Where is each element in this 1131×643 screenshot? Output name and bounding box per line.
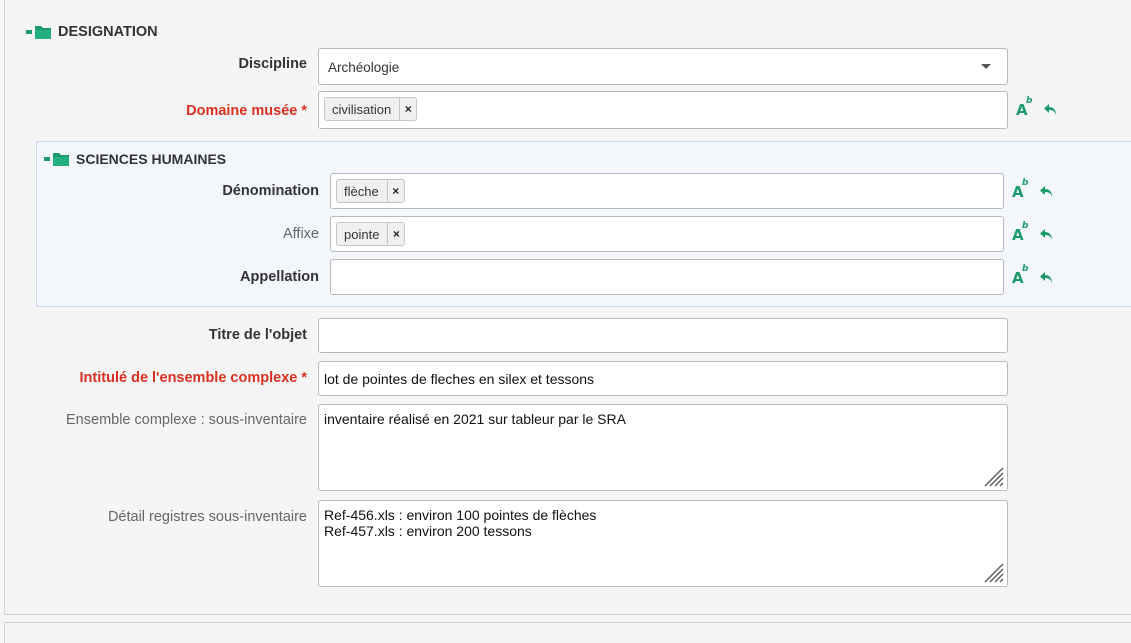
text-format-icon[interactable]: Ab: [1012, 221, 1030, 244]
folder-open-icon: [44, 153, 69, 166]
intitule-ensemble-input[interactable]: lot de pointes de fleches en silex et te…: [318, 361, 1008, 396]
undo-icon[interactable]: [1039, 185, 1055, 199]
denomination-actions: Ab: [1012, 178, 1055, 201]
designation-section-title[interactable]: DESIGNATION: [26, 24, 158, 40]
affixe-actions: Ab: [1012, 221, 1055, 244]
resize-handle-icon[interactable]: [982, 561, 1004, 583]
text-format-icon[interactable]: Ab: [1012, 264, 1030, 287]
next-panel: [4, 622, 1131, 643]
tag-civilisation: civilisation ×: [324, 97, 418, 121]
chevron-down-icon[interactable]: [981, 64, 991, 69]
detail-registres-label: Détail registres sous-inventaire: [107, 509, 307, 525]
appellation-label: Appellation: [240, 269, 319, 285]
tag-label: flèche: [344, 183, 379, 199]
tag-remove-button[interactable]: ×: [399, 98, 416, 120]
tag-label: pointe: [344, 226, 380, 242]
ensemble-sous-inventaire-value: inventaire réalisé en 2021 sur tableur p…: [324, 411, 626, 427]
undo-icon[interactable]: [1039, 228, 1055, 242]
sciences-humaines-section-title[interactable]: SCIENCES HUMAINES: [44, 151, 226, 167]
text-format-icon[interactable]: Ab: [1012, 178, 1030, 201]
tag-remove-button[interactable]: ×: [387, 223, 404, 245]
tag-fleche: flèche ×: [336, 179, 405, 203]
discipline-label: Discipline: [238, 56, 308, 72]
appellation-actions: Ab: [1012, 264, 1055, 287]
affixe-field[interactable]: pointe ×: [330, 216, 1004, 252]
denomination-field[interactable]: flèche ×: [330, 173, 1004, 209]
sciences-humaines-title: SCIENCES HUMAINES: [76, 151, 227, 167]
undo-icon[interactable]: [1043, 103, 1059, 117]
resize-handle-icon[interactable]: [982, 465, 1004, 487]
text-format-icon[interactable]: Ab: [1016, 96, 1034, 119]
undo-icon[interactable]: [1039, 271, 1055, 285]
domaine-musee-actions: Ab: [1016, 96, 1059, 119]
detail-registres-value: Ref-456.xls : environ 100 pointes de flè…: [324, 507, 597, 539]
tag-pointe: pointe ×: [336, 222, 406, 246]
tag-remove-button[interactable]: ×: [386, 180, 404, 202]
folder-open-icon: [26, 26, 51, 39]
discipline-select[interactable]: Archéologie: [318, 48, 1008, 85]
affixe-label: Affixe: [282, 226, 319, 242]
intitule-ensemble-value: lot de pointes de fleches en silex et te…: [324, 371, 595, 387]
ensemble-sous-inventaire-textarea[interactable]: inventaire réalisé en 2021 sur tableur p…: [318, 404, 1008, 491]
titre-objet-label: Titre de l'objet: [208, 327, 307, 343]
detail-registres-textarea[interactable]: Ref-456.xls : environ 100 pointes de flè…: [318, 500, 1008, 587]
discipline-value: Archéologie: [328, 60, 400, 75]
denomination-label: Dénomination: [222, 183, 319, 199]
titre-objet-input[interactable]: [318, 318, 1008, 353]
domaine-musee-field[interactable]: civilisation ×: [318, 91, 1008, 129]
domaine-musee-label: Domaine musée *: [186, 103, 307, 119]
appellation-field[interactable]: [330, 259, 1004, 295]
intitule-ensemble-label: Intitulé de l'ensemble complexe *: [79, 370, 307, 386]
ensemble-sous-inventaire-label: Ensemble complexe : sous-inventaire: [66, 412, 307, 428]
designation-title: DESIGNATION: [58, 24, 158, 40]
tag-label: civilisation: [332, 101, 392, 117]
